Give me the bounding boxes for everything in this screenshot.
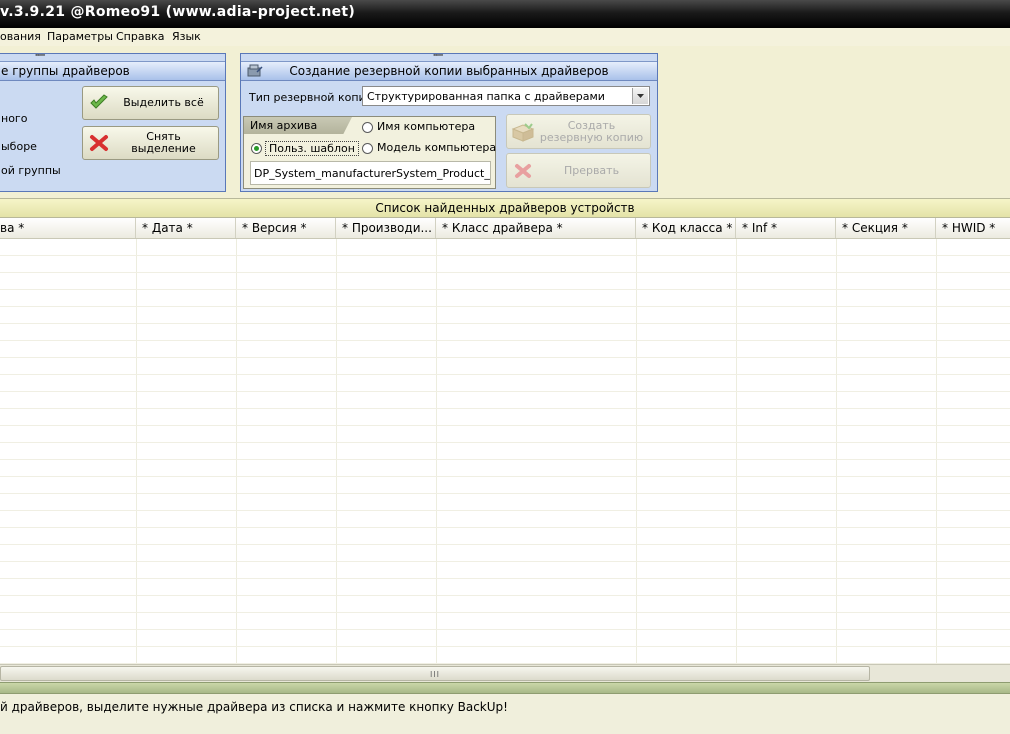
panel-grip[interactable]: '''''''''' (35, 54, 65, 61)
backup-panel: '''''''''' Создание резервной копии выбр… (240, 53, 658, 192)
template-input[interactable]: DP_System_manufacturerSystem_Product_Nam… (250, 161, 491, 185)
column-header-hwid[interactable]: * HWID * (936, 218, 1010, 238)
column-header-name[interactable]: ва * (0, 218, 136, 238)
create-backup-label: Создать резервную копию (539, 118, 644, 144)
create-backup-button[interactable]: Создать резервную копию (506, 114, 651, 149)
backup-type-label: Тип резервной копии (249, 91, 373, 104)
radio-computer-model[interactable] (362, 143, 373, 154)
radio-computer-model-label[interactable]: Модель компьютера (377, 141, 496, 154)
column-header-inf[interactable]: * Inf * (736, 218, 836, 238)
archive-name-box: Имя архива Имя компьютера Польз. шаблон … (243, 116, 496, 189)
red-cross-icon (90, 135, 108, 151)
menu-item-settings[interactable]: Параметры (47, 30, 113, 43)
dropdown-arrow-button[interactable] (632, 88, 648, 104)
column-header-manufacturer[interactable]: * Производи... (336, 218, 436, 238)
empty-rows (0, 239, 1010, 664)
menu-item-language[interactable]: Язык (172, 30, 201, 43)
chevron-down-icon (637, 94, 644, 98)
archive-tab: Имя архива (244, 117, 352, 134)
checkmark-icon (90, 94, 108, 109)
group-panel-title: е группы драйверов (0, 61, 225, 81)
backup-panel-title: Создание резервной копии выбранных драйв… (289, 64, 609, 78)
radio-user-template[interactable] (251, 143, 262, 154)
scrollbar-thumb[interactable]: III (0, 666, 870, 681)
column-header-version[interactable]: * Версия * (236, 218, 336, 238)
group-option-1[interactable]: ного (1, 112, 27, 125)
select-all-button[interactable]: Выделить всё (82, 86, 219, 120)
column-header-date[interactable]: * Дата * (136, 218, 236, 238)
backup-type-value: Структурированная папка с драйверами (367, 90, 605, 103)
status-bar: й драйверов, выделите нужные драйвера из… (0, 694, 1010, 734)
template-value: DP_System_manufacturerSystem_Product_Nam… (254, 167, 490, 180)
radio-user-template-label[interactable]: Польз. шаблон (265, 141, 359, 156)
abort-label: Прервать (563, 163, 620, 177)
red-cross-icon (515, 163, 531, 178)
select-all-label: Выделить всё (123, 96, 204, 109)
backup-panel-header: Создание резервной копии выбранных драйв… (241, 61, 657, 81)
backup-type-select[interactable]: Структурированная папка с драйверами (362, 86, 650, 106)
driver-list-title-band: Список найденных драйверов устройств (0, 198, 1010, 218)
menu-item-tools[interactable]: ования (0, 30, 41, 43)
archive-tab-label: Имя архива (250, 119, 318, 132)
group-panel-title-text: е группы драйверов (1, 64, 130, 78)
radio-computer-name-label[interactable]: Имя компьютера (377, 120, 475, 133)
menu-item-help[interactable]: Справка (116, 30, 164, 43)
deselect-label: Снять выделение (131, 130, 196, 155)
menu-bar: ования Параметры Справка Язык (0, 28, 1010, 47)
column-header-class-code[interactable]: * Код класса * (636, 218, 736, 238)
group-option-3[interactable]: ой группы (1, 164, 61, 177)
abort-button[interactable]: Прервать (506, 153, 651, 188)
status-text: й драйверов, выделите нужные драйвера из… (0, 700, 508, 714)
driver-list-title: Список найденных драйверов устройств (375, 201, 635, 215)
title-bar: v.3.9.21 @Romeo91 (www.adia-project.net) (0, 0, 1010, 28)
radio-computer-name[interactable] (362, 122, 373, 133)
deselect-button[interactable]: Снять выделение (82, 126, 219, 160)
column-header-section[interactable]: * Секция * (836, 218, 936, 238)
backup-icon (247, 64, 263, 77)
horizontal-scrollbar[interactable]: III (0, 664, 1010, 682)
column-header-driver-class[interactable]: * Класс драйвера * (436, 218, 636, 238)
table-header: ва * * Дата * * Версия * * Производи... … (0, 218, 1010, 239)
window-title: v.3.9.21 @Romeo91 (www.adia-project.net) (0, 4, 356, 20)
panel-grip[interactable]: '''''''''' (433, 54, 463, 61)
scrollbar-grip: III (429, 670, 441, 679)
driver-table[interactable]: ва * * Дата * * Версия * * Производи... … (0, 218, 1010, 664)
status-divider (0, 682, 1010, 694)
group-option-2[interactable]: ыборе (1, 140, 37, 153)
group-selection-panel: '''''''''' е группы драйверов ного ыборе… (0, 53, 226, 192)
box-icon (511, 122, 535, 142)
